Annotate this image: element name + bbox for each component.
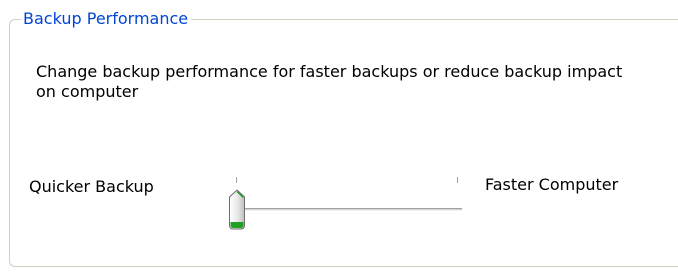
slider-tick-start	[236, 177, 237, 183]
performance-description: Change backup performance for faster bac…	[36, 62, 623, 101]
faster-computer-label: Faster Computer	[485, 175, 619, 194]
slider-track[interactable]	[236, 208, 462, 212]
quicker-backup-label: Quicker Backup	[29, 177, 154, 196]
groupbox-title: Backup Performance	[21, 9, 192, 29]
performance-slider[interactable]	[226, 172, 468, 234]
slider-thumb[interactable]	[228, 189, 246, 231]
slider-tick-end	[457, 177, 458, 183]
